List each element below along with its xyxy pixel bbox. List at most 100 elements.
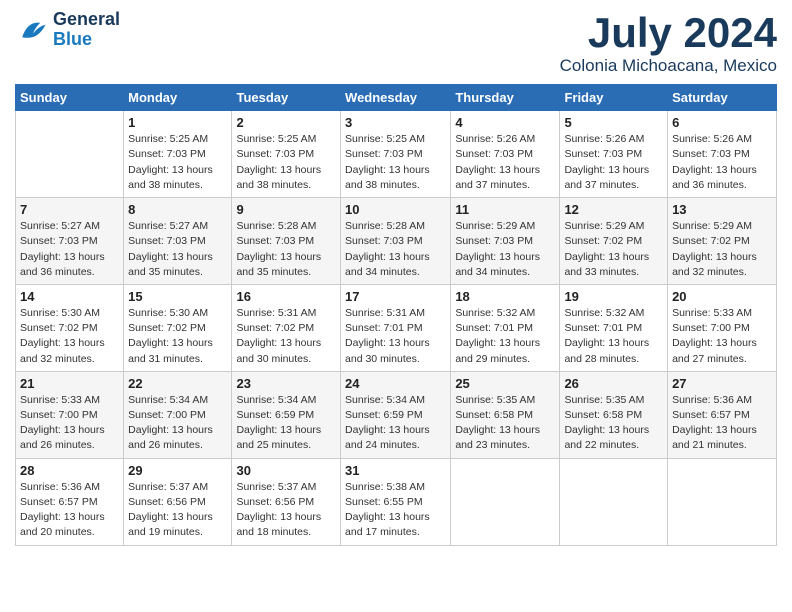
header-monday: Monday: [124, 85, 232, 111]
day-number: 4: [455, 115, 555, 130]
day-info: Sunrise: 5:28 AM Sunset: 7:03 PM Dayligh…: [236, 219, 336, 280]
day-info: Sunrise: 5:35 AM Sunset: 6:58 PM Dayligh…: [455, 393, 555, 454]
logo-text: General Blue: [53, 10, 120, 50]
month-title: July 2024: [560, 10, 777, 56]
header-wednesday: Wednesday: [341, 85, 451, 111]
day-cell: 6Sunrise: 5:26 AM Sunset: 7:03 PM Daylig…: [668, 111, 777, 198]
day-number: 14: [20, 289, 119, 304]
day-cell: 30Sunrise: 5:37 AM Sunset: 6:56 PM Dayli…: [232, 458, 341, 545]
calendar-table: SundayMondayTuesdayWednesdayThursdayFrid…: [15, 84, 777, 545]
day-cell: 21Sunrise: 5:33 AM Sunset: 7:00 PM Dayli…: [16, 371, 124, 458]
day-info: Sunrise: 5:29 AM Sunset: 7:02 PM Dayligh…: [564, 219, 663, 280]
day-number: 3: [345, 115, 446, 130]
day-info: Sunrise: 5:36 AM Sunset: 6:57 PM Dayligh…: [20, 480, 119, 541]
day-cell: 20Sunrise: 5:33 AM Sunset: 7:00 PM Dayli…: [668, 284, 777, 371]
header-row: SundayMondayTuesdayWednesdayThursdayFrid…: [16, 85, 777, 111]
day-number: 27: [672, 376, 772, 391]
day-number: 25: [455, 376, 555, 391]
day-cell: 28 Sunrise: 5:36 AM Sunset: 6:57 PM Dayli…: [16, 458, 124, 545]
logo-bird-icon: [15, 12, 51, 48]
day-info: Sunrise: 5:34 AM Sunset: 6:59 PM Dayligh…: [345, 393, 446, 454]
week-row-3: 14 Sunrise: 5:30 AM Sunset: 7:02 PM Dayli…: [16, 284, 777, 371]
day-number: 18: [455, 289, 555, 304]
day-number: 1: [128, 115, 227, 130]
day-cell: 1 Sunrise: 5:25 AM Sunset: 7:03 PM Daylig…: [124, 111, 232, 198]
day-cell: 14 Sunrise: 5:30 AM Sunset: 7:02 PM Dayli…: [16, 284, 124, 371]
day-number: 10: [345, 202, 446, 217]
day-cell: [16, 111, 124, 198]
day-cell: 11 Sunrise: 5:29 AM Sunset: 7:03 PM Dayli…: [451, 198, 560, 285]
day-cell: 8Sunrise: 5:27 AM Sunset: 7:03 PM Daylig…: [124, 198, 232, 285]
day-info: Sunrise: 5:30 AM Sunset: 7:02 PM Dayligh…: [128, 306, 227, 367]
day-info: Sunrise: 5:25 AM Sunset: 7:03 PM Dayligh…: [345, 132, 446, 193]
header-thursday: Thursday: [451, 85, 560, 111]
day-info: Sunrise: 5:34 AM Sunset: 7:00 PM Dayligh…: [128, 393, 227, 454]
day-cell: 3 Sunrise: 5:25 AM Sunset: 7:03 PM Daylig…: [341, 111, 451, 198]
day-cell: [560, 458, 668, 545]
day-info: Sunrise: 5:38 AM Sunset: 6:55 PM Dayligh…: [345, 480, 446, 541]
day-info: Sunrise: 5:31 AM Sunset: 7:02 PM Dayligh…: [236, 306, 336, 367]
day-cell: 12 Sunrise: 5:29 AM Sunset: 7:02 PM Dayli…: [560, 198, 668, 285]
day-number: 19: [564, 289, 663, 304]
day-number: 31: [345, 463, 446, 478]
day-info: Sunrise: 5:26 AM Sunset: 7:03 PM Dayligh…: [455, 132, 555, 193]
day-number: 7: [20, 202, 119, 217]
day-number: 11: [455, 202, 555, 217]
logo-blue: Blue: [53, 30, 120, 50]
day-cell: [668, 458, 777, 545]
day-cell: 24 Sunrise: 5:34 AM Sunset: 6:59 PM Dayli…: [341, 371, 451, 458]
day-cell: 4 Sunrise: 5:26 AM Sunset: 7:03 PM Daylig…: [451, 111, 560, 198]
day-number: 20: [672, 289, 772, 304]
day-number: 28: [20, 463, 119, 478]
day-number: 12: [564, 202, 663, 217]
day-info: Sunrise: 5:35 AM Sunset: 6:58 PM Dayligh…: [564, 393, 663, 454]
day-info: Sunrise: 5:30 AM Sunset: 7:02 PM Dayligh…: [20, 306, 119, 367]
day-cell: 31 Sunrise: 5:38 AM Sunset: 6:55 PM Dayli…: [341, 458, 451, 545]
day-cell: 17 Sunrise: 5:31 AM Sunset: 7:01 PM Dayli…: [341, 284, 451, 371]
day-cell: 2 Sunrise: 5:25 AM Sunset: 7:03 PM Daylig…: [232, 111, 341, 198]
day-number: 17: [345, 289, 446, 304]
day-cell: 27Sunrise: 5:36 AM Sunset: 6:57 PM Dayli…: [668, 371, 777, 458]
day-number: 2: [236, 115, 336, 130]
day-number: 23: [236, 376, 336, 391]
day-number: 9: [236, 202, 336, 217]
day-number: 24: [345, 376, 446, 391]
day-cell: 9 Sunrise: 5:28 AM Sunset: 7:03 PM Daylig…: [232, 198, 341, 285]
day-info: Sunrise: 5:37 AM Sunset: 6:56 PM Dayligh…: [236, 480, 336, 541]
header-sunday: Sunday: [16, 85, 124, 111]
day-info: Sunrise: 5:28 AM Sunset: 7:03 PM Dayligh…: [345, 219, 446, 280]
header-friday: Friday: [560, 85, 668, 111]
day-info: Sunrise: 5:32 AM Sunset: 7:01 PM Dayligh…: [564, 306, 663, 367]
day-cell: 19 Sunrise: 5:32 AM Sunset: 7:01 PM Dayli…: [560, 284, 668, 371]
day-info: Sunrise: 5:32 AM Sunset: 7:01 PM Dayligh…: [455, 306, 555, 367]
day-cell: 10 Sunrise: 5:28 AM Sunset: 7:03 PM Dayli…: [341, 198, 451, 285]
day-info: Sunrise: 5:29 AM Sunset: 7:02 PM Dayligh…: [672, 219, 772, 280]
day-cell: 15 Sunrise: 5:30 AM Sunset: 7:02 PM Dayli…: [124, 284, 232, 371]
day-info: Sunrise: 5:29 AM Sunset: 7:03 PM Dayligh…: [455, 219, 555, 280]
day-number: 15: [128, 289, 227, 304]
day-info: Sunrise: 5:25 AM Sunset: 7:03 PM Dayligh…: [236, 132, 336, 193]
day-info: Sunrise: 5:27 AM Sunset: 7:03 PM Dayligh…: [20, 219, 119, 280]
day-cell: [451, 458, 560, 545]
day-cell: 13Sunrise: 5:29 AM Sunset: 7:02 PM Dayli…: [668, 198, 777, 285]
logo-general: General: [53, 10, 120, 30]
day-info: Sunrise: 5:25 AM Sunset: 7:03 PM Dayligh…: [128, 132, 227, 193]
day-number: 8: [128, 202, 227, 217]
day-cell: 25 Sunrise: 5:35 AM Sunset: 6:58 PM Dayli…: [451, 371, 560, 458]
header-saturday: Saturday: [668, 85, 777, 111]
day-cell: 7 Sunrise: 5:27 AM Sunset: 7:03 PM Daylig…: [16, 198, 124, 285]
day-info: Sunrise: 5:26 AM Sunset: 7:03 PM Dayligh…: [672, 132, 772, 193]
day-info: Sunrise: 5:37 AM Sunset: 6:56 PM Dayligh…: [128, 480, 227, 541]
week-row-5: 28 Sunrise: 5:36 AM Sunset: 6:57 PM Dayli…: [16, 458, 777, 545]
day-number: 21: [20, 376, 119, 391]
day-number: 16: [236, 289, 336, 304]
day-cell: 23Sunrise: 5:34 AM Sunset: 6:59 PM Dayli…: [232, 371, 341, 458]
day-number: 26: [564, 376, 663, 391]
logo: General Blue: [15, 10, 120, 50]
location-title: Colonia Michoacana, Mexico: [560, 56, 777, 76]
day-number: 5: [564, 115, 663, 130]
day-cell: 16 Sunrise: 5:31 AM Sunset: 7:02 PM Dayli…: [232, 284, 341, 371]
day-cell: 22Sunrise: 5:34 AM Sunset: 7:00 PM Dayli…: [124, 371, 232, 458]
day-info: Sunrise: 5:31 AM Sunset: 7:01 PM Dayligh…: [345, 306, 446, 367]
page-header: General Blue July 2024 Colonia Michoacan…: [15, 10, 777, 76]
